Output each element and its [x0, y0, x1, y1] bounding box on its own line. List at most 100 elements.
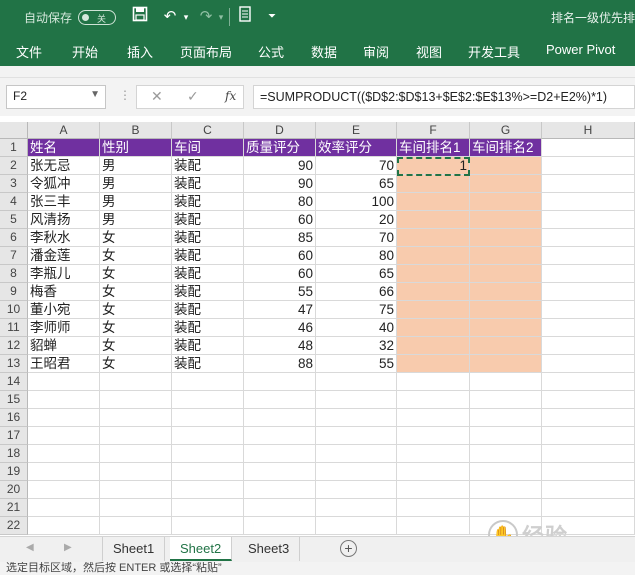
cell-a22[interactable]	[28, 517, 100, 535]
cell-b8[interactable]: 女	[100, 265, 172, 283]
cell-f3[interactable]	[397, 175, 470, 193]
row-header-4[interactable]: 4	[0, 193, 28, 211]
cell-d7[interactable]: 60	[244, 247, 316, 265]
cell-h1[interactable]	[542, 139, 635, 157]
cell-a13[interactable]: 王昭君	[28, 355, 100, 373]
cell-d14[interactable]	[244, 373, 316, 391]
cell-g19[interactable]	[470, 463, 542, 481]
cell-d12[interactable]: 48	[244, 337, 316, 355]
cell-a21[interactable]	[28, 499, 100, 517]
cell-b15[interactable]	[100, 391, 172, 409]
cell-d1[interactable]: 质量评分	[244, 139, 316, 157]
cell-f11[interactable]	[397, 319, 470, 337]
cell-g9[interactable]	[470, 283, 542, 301]
cell-a20[interactable]	[28, 481, 100, 499]
cell-e13[interactable]: 55	[316, 355, 397, 373]
autosave-toggle[interactable]: 关	[78, 10, 116, 25]
cell-h20[interactable]	[542, 481, 635, 499]
row-header-20[interactable]: 20	[0, 481, 28, 499]
cell-a7[interactable]: 潘金莲	[28, 247, 100, 265]
cell-h11[interactable]	[542, 319, 635, 337]
cell-e7[interactable]: 80	[316, 247, 397, 265]
cell-a16[interactable]	[28, 409, 100, 427]
cell-e22[interactable]	[316, 517, 397, 535]
tab-developer[interactable]: 开发工具	[468, 42, 520, 61]
cell-b6[interactable]: 女	[100, 229, 172, 247]
cell-c1[interactable]: 车间	[172, 139, 244, 157]
save-icon[interactable]	[130, 6, 150, 28]
cell-g1[interactable]: 车间排名2	[470, 139, 542, 157]
cell-e1[interactable]: 效率评分	[316, 139, 397, 157]
cell-b9[interactable]: 女	[100, 283, 172, 301]
tab-formulas[interactable]: 公式	[258, 42, 284, 61]
cell-b12[interactable]: 女	[100, 337, 172, 355]
cell-e14[interactable]	[316, 373, 397, 391]
row-header-5[interactable]: 5	[0, 211, 28, 229]
row-header-3[interactable]: 3	[0, 175, 28, 193]
cell-e12[interactable]: 32	[316, 337, 397, 355]
row-header-17[interactable]: 17	[0, 427, 28, 445]
row-header-16[interactable]: 16	[0, 409, 28, 427]
cell-b18[interactable]	[100, 445, 172, 463]
cell-f10[interactable]	[397, 301, 470, 319]
cell-h15[interactable]	[542, 391, 635, 409]
cell-d22[interactable]	[244, 517, 316, 535]
cell-f14[interactable]	[397, 373, 470, 391]
cell-c19[interactable]	[172, 463, 244, 481]
cell-g7[interactable]	[470, 247, 542, 265]
cell-b20[interactable]	[100, 481, 172, 499]
cell-h22[interactable]	[542, 517, 635, 535]
undo-dropdown-icon[interactable]: ▾	[181, 6, 191, 28]
cell-b11[interactable]: 女	[100, 319, 172, 337]
cell-a12[interactable]: 貂蝉	[28, 337, 100, 355]
cell-c16[interactable]	[172, 409, 244, 427]
cell-g2[interactable]	[470, 157, 542, 175]
tab-home[interactable]: 开始	[72, 42, 98, 61]
tab-view[interactable]: 视图	[416, 42, 442, 61]
cell-a6[interactable]: 李秋水	[28, 229, 100, 247]
cell-d19[interactable]	[244, 463, 316, 481]
cell-g8[interactable]	[470, 265, 542, 283]
column-header-g[interactable]: G	[470, 122, 542, 139]
cell-e11[interactable]: 40	[316, 319, 397, 337]
cell-c3[interactable]: 装配	[172, 175, 244, 193]
cell-e9[interactable]: 66	[316, 283, 397, 301]
cell-f15[interactable]	[397, 391, 470, 409]
cancel-icon[interactable]: ✕	[151, 88, 163, 105]
cell-a1[interactable]: 姓名	[28, 139, 100, 157]
cell-b21[interactable]	[100, 499, 172, 517]
cell-c11[interactable]: 装配	[172, 319, 244, 337]
row-header-13[interactable]: 13	[0, 355, 28, 373]
cell-d13[interactable]: 88	[244, 355, 316, 373]
cell-g17[interactable]	[470, 427, 542, 445]
row-header-1[interactable]: 1	[0, 139, 28, 157]
cell-h5[interactable]	[542, 211, 635, 229]
cell-e20[interactable]	[316, 481, 397, 499]
cell-g21[interactable]	[470, 499, 542, 517]
cell-b17[interactable]	[100, 427, 172, 445]
cell-d9[interactable]: 55	[244, 283, 316, 301]
cell-d20[interactable]	[244, 481, 316, 499]
cell-b13[interactable]: 女	[100, 355, 172, 373]
cell-c12[interactable]: 装配	[172, 337, 244, 355]
cell-f9[interactable]	[397, 283, 470, 301]
cell-d15[interactable]	[244, 391, 316, 409]
row-header-2[interactable]: 2	[0, 157, 28, 175]
cell-d17[interactable]	[244, 427, 316, 445]
cell-c14[interactable]	[172, 373, 244, 391]
cell-f19[interactable]	[397, 463, 470, 481]
cell-d2[interactable]: 90	[244, 157, 316, 175]
cell-b22[interactable]	[100, 517, 172, 535]
cell-f12[interactable]	[397, 337, 470, 355]
customize-icon[interactable]: ⏷	[264, 6, 280, 28]
redo-dropdown-icon[interactable]: ▾	[216, 6, 226, 28]
cell-g18[interactable]	[470, 445, 542, 463]
cell-b1[interactable]: 性别	[100, 139, 172, 157]
column-header-d[interactable]: D	[244, 122, 316, 139]
formula-input[interactable]: =SUMPRODUCT(($D$2:$D$13+$E$2:$E$13%>=D2+…	[253, 85, 635, 109]
cell-g20[interactable]	[470, 481, 542, 499]
cell-h21[interactable]	[542, 499, 635, 517]
cell-h13[interactable]	[542, 355, 635, 373]
cell-a18[interactable]	[28, 445, 100, 463]
tab-file[interactable]: 文件	[16, 42, 42, 61]
